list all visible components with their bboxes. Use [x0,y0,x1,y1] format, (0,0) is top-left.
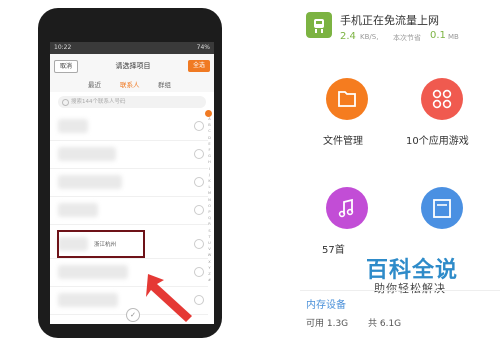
contact-row[interactable] [50,168,208,197]
page-title: 请选择项目 [115,62,151,70]
blurred-contact [58,293,118,307]
search-input[interactable]: 搜索144个联系人号码 [58,96,206,108]
highlight-box [57,230,145,258]
cancel-button[interactable]: 取消 [54,60,78,73]
index-letter[interactable]: # [206,277,213,283]
status-bar: 10:22 74% [50,42,214,54]
apps-games-button[interactable] [421,78,463,120]
search-icon [62,99,69,106]
network-saved-value: 0.1 [430,30,446,41]
divider [300,290,500,291]
blurred-contact [58,265,128,279]
music-icon [338,198,354,218]
blurred-contact [58,147,116,161]
file-manager-label: 文件管理 [323,136,363,147]
blurred-contact [58,119,88,133]
select-radio[interactable] [194,205,204,215]
music-label: 57首 [322,245,345,256]
tab-groups[interactable]: 群组 [158,78,171,92]
blurred-contact [58,175,122,189]
documents-button[interactable] [421,187,463,229]
status-battery: 74% [196,44,210,51]
music-button[interactable] [326,187,368,229]
network-speed: 2.4 [340,31,356,42]
select-radio[interactable] [194,149,204,159]
selection-titlebar: 取消 请选择项目 全选 [50,54,214,79]
network-title: 手机正在免流量上网 [340,14,439,27]
tab-contacts[interactable]: 联系人 [120,78,140,92]
select-radio[interactable] [194,177,204,187]
select-radio[interactable] [194,239,204,249]
blurred-contact [58,203,98,217]
network-saved-unit: MB [448,33,459,41]
contact-row[interactable] [50,196,208,225]
network-speed-unit: KB/S, [360,33,379,41]
network-saved-label: 本次节省 [393,34,421,42]
confirm-check-button[interactable]: ✓ [126,308,140,322]
select-all-button[interactable]: 全选 [188,60,210,72]
network-status-icon [306,12,332,38]
select-radio[interactable] [194,121,204,131]
alphabet-index[interactable]: A B C D E F G H I J K L M N O P Q R S T U V W X Y Z # [206,116,213,316]
folder-icon [338,91,356,107]
apps-icon [432,89,452,109]
storage-available: 可用 1.3G [306,319,349,329]
watermark-subtitle: 助你轻松解决 [374,282,446,295]
tab-recent[interactable]: 最近 [88,78,101,92]
contact-row[interactable] [50,112,208,141]
status-time: 10:22 [54,44,72,51]
contact-row[interactable] [50,140,208,169]
red-arrow-annotation [146,274,192,322]
file-manager-button[interactable] [326,78,368,120]
document-icon [433,199,451,218]
tab-bar: 最近 联系人 群组 [50,78,214,92]
storage-total: 共 6.1G [368,319,402,329]
storage-title: 内存设备 [306,300,346,311]
apps-games-label: 10个应用游戏 [406,136,469,147]
search-placeholder: 搜索144个联系人号码 [71,99,126,105]
